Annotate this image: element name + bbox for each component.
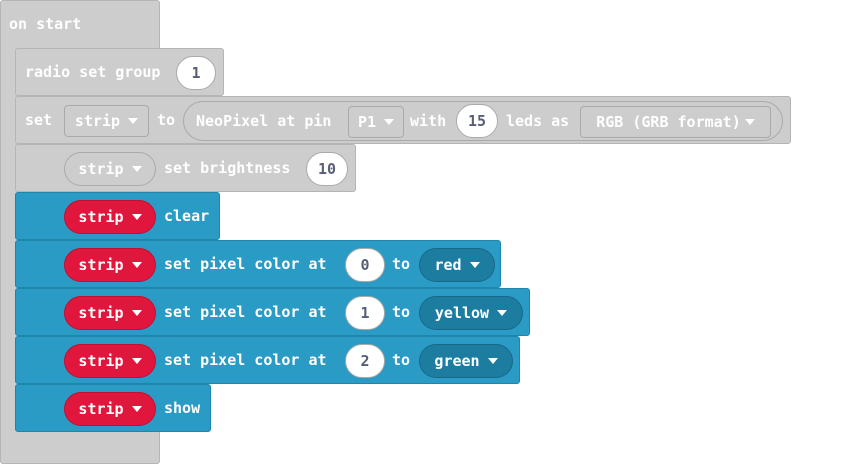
leds-as-label: leds as xyxy=(506,112,570,130)
strip-variable-pill[interactable]: strip xyxy=(64,392,156,426)
chevron-down-icon xyxy=(487,358,498,364)
on-start-label: on start xyxy=(9,15,82,33)
variable-dropdown-label: strip xyxy=(74,112,121,130)
set-pixel-color-label: set pixel color at xyxy=(164,351,327,369)
chevron-down-icon xyxy=(131,310,142,316)
strip-variable-label: strip xyxy=(78,352,124,370)
set-pixel-color-label: set pixel color at xyxy=(164,303,327,321)
neopixel-create-block[interactable]: NeoPixel at pin P1 with 15 leds as RGB (… xyxy=(183,101,783,141)
set-brightness-block[interactable]: strip set brightness 10 xyxy=(15,144,356,192)
strip-variable-label: strip xyxy=(78,304,124,322)
with-label: with xyxy=(410,112,447,130)
radio-set-group-block[interactable]: radio set group 1 xyxy=(15,48,224,96)
color-dropdown-label: red xyxy=(434,256,462,274)
strip-variable-pill[interactable]: strip xyxy=(64,344,156,378)
chevron-down-icon xyxy=(131,358,142,364)
color-dropdown-label: yellow xyxy=(434,304,490,322)
pin-dropdown[interactable]: P1 xyxy=(348,106,404,138)
leds-count-input[interactable]: 15 xyxy=(456,104,498,138)
radio-group-input[interactable]: 1 xyxy=(176,56,216,90)
pixel-index-input[interactable]: 1 xyxy=(345,296,385,330)
set-label: set xyxy=(25,111,53,129)
chevron-down-icon xyxy=(744,119,755,125)
color-dropdown[interactable]: red xyxy=(419,248,495,282)
strip-variable-pill[interactable]: strip xyxy=(64,200,156,234)
variable-dropdown[interactable]: strip xyxy=(64,105,149,137)
radio-set-group-label: radio set group xyxy=(25,63,161,81)
format-dropdown[interactable]: RGB (GRB format) xyxy=(580,106,771,138)
chevron-down-icon xyxy=(131,262,142,268)
chevron-down-icon xyxy=(384,119,395,125)
strip-variable-pill[interactable]: strip xyxy=(64,152,156,186)
strip-variable-pill[interactable]: strip xyxy=(64,296,156,330)
chevron-down-icon xyxy=(131,406,142,412)
to-label: to xyxy=(392,255,411,273)
clear-label: clear xyxy=(164,207,210,225)
show-label: show xyxy=(164,399,201,417)
chevron-down-icon xyxy=(128,118,139,124)
strip-variable-label: strip xyxy=(78,400,124,418)
to-label: to xyxy=(157,111,176,129)
strip-variable-label: strip xyxy=(78,256,124,274)
strip-variable-label: strip xyxy=(78,208,124,226)
color-dropdown-label: green xyxy=(434,352,480,370)
color-dropdown[interactable]: yellow xyxy=(419,296,523,330)
color-dropdown[interactable]: green xyxy=(419,344,513,378)
strip-variable-pill[interactable]: strip xyxy=(64,248,156,282)
chevron-down-icon xyxy=(131,214,142,220)
pin-dropdown-label: P1 xyxy=(357,113,377,131)
neopixel-at-pin-label: NeoPixel at pin xyxy=(196,112,332,130)
brightness-input[interactable]: 10 xyxy=(306,152,348,186)
format-dropdown-label: RGB (GRB format) xyxy=(596,113,741,131)
pixel-index-input[interactable]: 2 xyxy=(345,344,385,378)
pixel-index-input[interactable]: 0 xyxy=(345,248,385,282)
strip-clear-block[interactable]: strip clear xyxy=(15,192,220,240)
set-brightness-label: set brightness xyxy=(164,159,291,177)
set-pixel-color-block[interactable]: strip set pixel color at 1 to yellow xyxy=(15,288,530,336)
set-pixel-color-block[interactable]: strip set pixel color at 0 to red xyxy=(15,240,501,288)
chevron-down-icon xyxy=(131,166,142,172)
strip-variable-label: strip xyxy=(78,160,124,178)
to-label: to xyxy=(392,303,411,321)
chevron-down-icon xyxy=(469,262,480,268)
chevron-down-icon xyxy=(497,310,508,316)
set-pixel-color-block[interactable]: strip set pixel color at 2 to green xyxy=(15,336,520,384)
strip-show-block[interactable]: strip show xyxy=(15,384,211,432)
set-pixel-color-label: set pixel color at xyxy=(164,255,327,273)
set-strip-block[interactable]: set strip to NeoPixel at pin P1 with 15 … xyxy=(15,96,791,144)
to-label: to xyxy=(392,351,411,369)
